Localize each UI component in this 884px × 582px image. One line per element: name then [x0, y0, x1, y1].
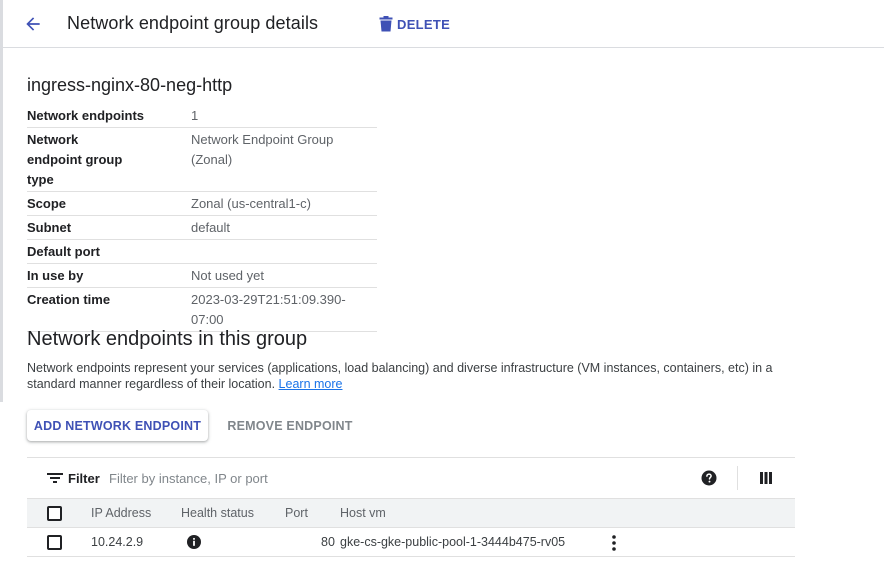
section-title: Network endpoints in this group	[27, 328, 308, 350]
filter-label: Filter	[68, 471, 100, 486]
table-row: 10.24.2.9 80 gke-cs-gke-public-pool-1-34…	[27, 528, 795, 557]
detail-key: Scope	[27, 196, 67, 211]
detail-row: Network endpoints 1	[27, 104, 377, 128]
learn-more-link[interactable]: Learn more	[279, 377, 343, 391]
description-text: Network endpoints represent your service…	[27, 361, 773, 391]
toolbar-divider	[737, 466, 738, 490]
detail-row: Network endpoint group type Network Endp…	[27, 128, 377, 192]
detail-key: Subnet	[27, 220, 72, 235]
column-header-health[interactable]: Health status	[181, 506, 254, 520]
endpoints-table: Filter IP Address Health status Port Hos…	[27, 457, 795, 557]
detail-row: Creation time 2023-03-29T21:51:09.390-07…	[27, 288, 377, 332]
details-table: Network endpoints 1 Network endpoint gro…	[27, 104, 377, 332]
column-header-ip[interactable]: IP Address	[91, 506, 151, 520]
filter-list-icon	[47, 473, 63, 483]
detail-key: Creation time	[27, 292, 111, 307]
detail-key: Default port	[27, 244, 100, 259]
port-cell: 80	[321, 535, 335, 549]
detail-key: In use by	[27, 268, 84, 283]
row-checkbox[interactable]	[47, 535, 62, 550]
more-vert-icon[interactable]	[611, 534, 617, 552]
ip-address-cell: 10.24.2.9	[91, 535, 144, 549]
detail-key: Network endpoints	[27, 108, 145, 123]
filter-input[interactable]	[109, 468, 369, 488]
detail-row: Subnet default	[27, 216, 377, 240]
delete-label: DELETE	[397, 16, 451, 32]
info-icon[interactable]	[187, 535, 201, 549]
detail-value	[191, 242, 377, 262]
left-border-gap	[0, 402, 3, 582]
detail-key: Network endpoint group type	[27, 132, 123, 187]
detail-value: Not used yet	[191, 268, 264, 283]
back-button[interactable]	[19, 10, 47, 38]
detail-value: 2023-03-29T21:51:09.390-07:00	[191, 292, 346, 327]
detail-value: Zonal (us-central1-c)	[191, 196, 311, 211]
detail-row: Scope Zonal (us-central1-c)	[27, 192, 377, 216]
detail-row: Default port	[27, 240, 377, 264]
resource-name: ingress-nginx-80-neg-http	[27, 75, 233, 95]
detail-value: 1	[191, 108, 199, 123]
help-icon[interactable]	[701, 470, 717, 486]
delete-button[interactable]: DELETE	[379, 14, 450, 34]
filter-bar: Filter	[27, 458, 795, 499]
column-header-port[interactable]: Port	[285, 506, 308, 520]
remove-endpoint-button[interactable]: REMOVE ENDPOINT	[220, 410, 360, 441]
column-header-host-vm[interactable]: Host vm	[340, 506, 386, 520]
detail-value: default	[191, 220, 231, 235]
select-all-checkbox[interactable]	[47, 506, 62, 521]
add-network-endpoint-button[interactable]: ADD NETWORK ENDPOINT	[27, 410, 208, 441]
page-title: Network endpoint group details	[67, 13, 319, 33]
detail-row: In use by Not used yet	[27, 264, 377, 288]
arrow-back-icon	[26, 17, 40, 31]
page-header: Network endpoint group details DELETE	[3, 0, 884, 48]
detail-value: Network Endpoint Group (Zonal)	[191, 132, 334, 167]
trash-icon	[379, 16, 393, 32]
host-vm-cell: gke-cs-gke-public-pool-1-3444b475-rv05	[340, 535, 566, 549]
column-display-icon[interactable]	[759, 471, 773, 485]
section-description: Network endpoints represent your service…	[27, 360, 807, 392]
table-header: IP Address Health status Port Host vm	[27, 499, 795, 528]
